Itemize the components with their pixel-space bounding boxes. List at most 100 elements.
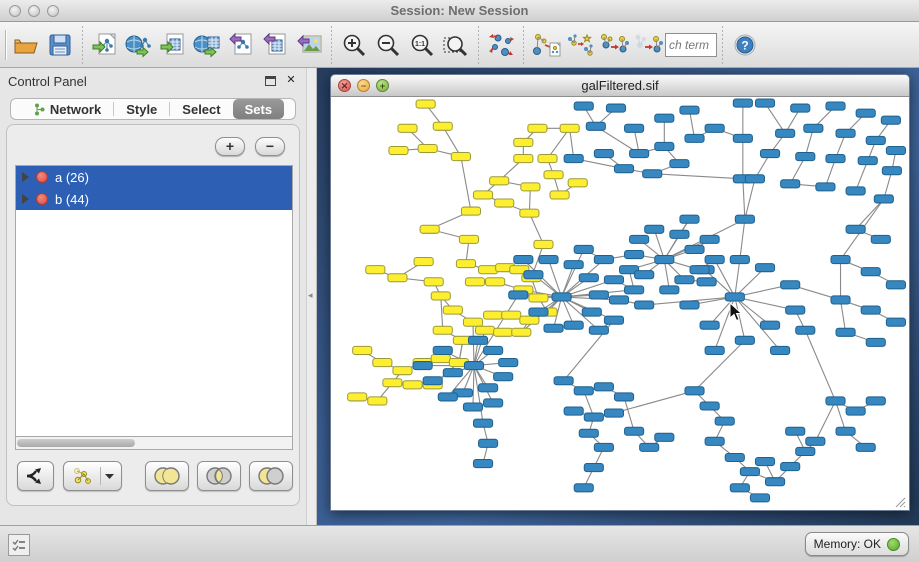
graph-node-blue[interactable] — [660, 286, 679, 294]
graph-node-blue[interactable] — [468, 336, 487, 344]
graph-edge[interactable] — [441, 296, 443, 330]
split-set-icon[interactable] — [17, 461, 54, 491]
window-titlebar[interactable]: Session: New Session — [0, 0, 919, 22]
graph-node-blue[interactable] — [804, 124, 823, 132]
graph-node-selected-yellow[interactable] — [461, 207, 480, 215]
graph-node-selected-yellow[interactable] — [373, 359, 392, 367]
frame-resize-grip[interactable] — [894, 496, 906, 508]
graph-node-blue[interactable] — [700, 402, 719, 410]
graph-node-blue[interactable] — [735, 215, 754, 223]
graph-node-selected-yellow[interactable] — [568, 179, 587, 187]
graph-node-selected-yellow[interactable] — [495, 199, 514, 207]
graph-edge[interactable] — [473, 366, 474, 407]
graph-node-selected-yellow[interactable] — [463, 318, 482, 326]
set-row[interactable]: b (44) — [16, 188, 292, 210]
graph-node-blue[interactable] — [640, 443, 659, 451]
graph-node-selected-yellow[interactable] — [560, 124, 579, 132]
graph-node-blue[interactable] — [831, 256, 850, 264]
graph-node-selected-yellow[interactable] — [475, 326, 494, 334]
graph-node-selected-yellow[interactable] — [544, 171, 563, 179]
graph-node-blue[interactable] — [826, 397, 845, 405]
graph-node-blue[interactable] — [776, 129, 795, 137]
graph-node-blue[interactable] — [856, 443, 875, 451]
graph-node-blue[interactable] — [473, 419, 492, 427]
graph-node-blue[interactable] — [806, 437, 825, 445]
graph-node-blue[interactable] — [680, 215, 699, 223]
float-panel-icon[interactable] — [265, 76, 276, 86]
graph-node-selected-yellow[interactable] — [383, 379, 402, 387]
export-network-icon[interactable] — [224, 26, 258, 64]
graph-node-blue[interactable] — [745, 175, 764, 183]
graph-node-blue[interactable] — [529, 308, 548, 316]
graph-node-selected-yellow[interactable] — [486, 278, 505, 286]
memory-status-button[interactable]: Memory: OK — [805, 532, 909, 556]
export-image-icon[interactable] — [292, 26, 326, 64]
graph-node-blue[interactable] — [625, 250, 644, 258]
graph-node-blue[interactable] — [479, 384, 498, 392]
graph-node-blue[interactable] — [730, 256, 749, 264]
new-network-from-selection-icon[interactable] — [529, 26, 563, 64]
graph-edge[interactable] — [745, 179, 755, 219]
graph-edge[interactable] — [562, 249, 584, 296]
graph-node-blue[interactable] — [846, 225, 865, 233]
tab-network[interactable]: Network — [22, 99, 113, 119]
create-set-from-network-button[interactable] — [63, 461, 123, 491]
graph-node-blue[interactable] — [479, 439, 498, 447]
graph-node-blue[interactable] — [816, 183, 835, 191]
graph-node-blue[interactable] — [755, 264, 774, 272]
import-table-web-icon[interactable] — [190, 26, 224, 64]
graph-node-selected-yellow[interactable] — [521, 183, 540, 191]
graph-node-blue[interactable] — [473, 460, 492, 468]
graph-node-blue[interactable] — [700, 321, 719, 329]
graph-node-blue[interactable] — [680, 301, 699, 309]
graph-node-blue[interactable] — [705, 437, 724, 445]
graph-node-blue[interactable] — [886, 281, 905, 289]
union-sets-icon[interactable] — [145, 461, 189, 491]
graph-node-blue[interactable] — [539, 256, 558, 264]
graph-edge[interactable] — [624, 397, 634, 431]
graph-node-blue[interactable] — [700, 235, 719, 243]
graph-node-selected-yellow[interactable] — [389, 146, 408, 154]
graph-node-blue[interactable] — [579, 274, 598, 282]
graph-node-selected-yellow[interactable] — [502, 311, 521, 319]
graph-node-blue[interactable] — [643, 170, 662, 178]
graph-node-blue[interactable] — [604, 316, 623, 324]
graph-node-selected-yellow[interactable] — [366, 266, 385, 274]
graph-node-blue[interactable] — [609, 296, 628, 304]
graph-node-blue[interactable] — [858, 157, 877, 165]
zoom-out-icon[interactable] — [371, 26, 405, 64]
graph-edge[interactable] — [740, 219, 745, 259]
graph-node-blue[interactable] — [582, 308, 601, 316]
graph-node-blue[interactable] — [484, 346, 503, 354]
graph-node-blue[interactable] — [574, 387, 593, 395]
graph-node-blue[interactable] — [705, 124, 724, 132]
graph-node-blue[interactable] — [675, 276, 694, 284]
help-icon[interactable]: ? — [728, 26, 762, 64]
graph-node-blue[interactable] — [509, 291, 528, 299]
graph-node-selected-yellow[interactable] — [451, 153, 470, 161]
graph-node-blue[interactable] — [670, 230, 689, 238]
graph-node-blue[interactable] — [836, 129, 855, 137]
network-graph[interactable] — [332, 98, 908, 510]
tab-select[interactable]: Select — [170, 99, 232, 119]
graph-node-blue[interactable] — [635, 301, 654, 309]
graph-node-blue[interactable] — [614, 165, 633, 173]
graph-node-blue[interactable] — [614, 393, 633, 401]
remove-set-button[interactable]: − — [255, 137, 285, 156]
zoom-in-icon[interactable] — [337, 26, 371, 64]
clone-network-icon[interactable] — [563, 26, 597, 64]
graph-node-blue[interactable] — [438, 393, 457, 401]
graph-node-blue[interactable] — [856, 109, 875, 117]
graph-node-blue[interactable] — [564, 407, 583, 415]
task-history-icon[interactable] — [8, 534, 30, 556]
graph-node-blue[interactable] — [755, 99, 774, 107]
graph-node-blue[interactable] — [786, 306, 805, 314]
graph-node-selected-yellow[interactable] — [459, 235, 478, 243]
graph-node-blue[interactable] — [625, 124, 644, 132]
graph-node-selected-yellow[interactable] — [538, 155, 557, 163]
export-table-icon[interactable] — [258, 26, 292, 64]
graph-node-blue[interactable] — [755, 457, 774, 465]
apply-layout-icon[interactable] — [484, 26, 518, 64]
graph-node-selected-yellow[interactable] — [494, 328, 513, 336]
graph-node-blue[interactable] — [655, 114, 674, 122]
